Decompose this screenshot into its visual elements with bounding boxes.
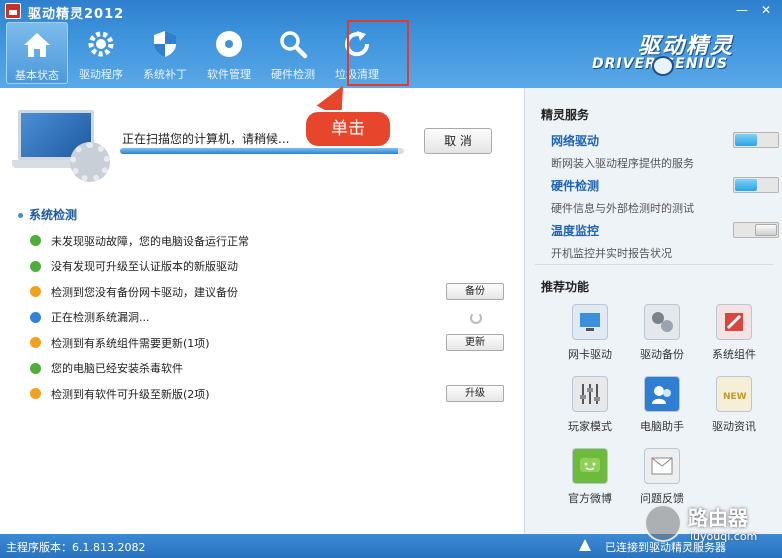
upgrade-button[interactable]: 升级 xyxy=(446,385,504,402)
backup-icon xyxy=(644,304,680,340)
tab-basic-status[interactable]: 基本状态 xyxy=(6,22,68,84)
gear-icon xyxy=(85,28,117,60)
main-nav: 基本状态 驱动程序 系统补丁 软件管理 硬件检测 垃圾清理 xyxy=(6,22,390,84)
shield-icon xyxy=(149,28,181,60)
connection-icon xyxy=(579,539,591,551)
app-title: 驱动精灵2012 xyxy=(28,7,125,22)
app-logo-icon xyxy=(5,3,21,19)
router-logo-icon xyxy=(644,504,682,542)
backup-button[interactable]: 备份 xyxy=(446,283,504,300)
version-text: 主程序版本：6.1.813.2082 xyxy=(6,541,146,554)
ok-status-icon xyxy=(30,362,41,374)
click-callout: 单击 xyxy=(306,112,390,146)
network-card-icon xyxy=(572,304,608,340)
top-bar: 驱动精灵2012 — ✕ 基本状态 驱动程序 系统补丁 软件管理 硬件检测 垃圾… xyxy=(0,0,782,88)
feature-temperature-monitor: 温度监控 开机监控并实时报告状况 xyxy=(551,222,779,261)
close-button[interactable]: ✕ xyxy=(756,2,776,18)
weibo-icon xyxy=(572,448,608,484)
tab-hardware-check[interactable]: 硬件检测 xyxy=(262,22,324,84)
list-item: 检测到有系统组件需要更新(1项) 更新 xyxy=(30,330,510,356)
tool-network-card-driver[interactable]: 网卡驱动 xyxy=(555,304,625,362)
tool-gamer-mode[interactable]: 玩家模式 xyxy=(555,376,625,434)
hardware-check-toggle[interactable] xyxy=(733,177,779,193)
network-driver-toggle[interactable] xyxy=(733,132,779,148)
feedback-icon xyxy=(644,448,680,484)
recommended-title: 推荐功能 xyxy=(541,280,590,294)
update-button[interactable]: 更新 xyxy=(446,334,504,351)
minimize-button[interactable]: — xyxy=(732,2,752,18)
loading-spinner-icon xyxy=(470,311,482,324)
tab-software-manager[interactable]: 软件管理 xyxy=(198,22,260,84)
news-icon: NEWS xyxy=(716,376,752,412)
feature-hardware-check: 硬件检测 硬件信息与外部检测时的测试 xyxy=(551,177,779,216)
status-pane: 正在扫描您的计算机，请稍候... 取 消 单击 系统检测 未发现驱动故障，您的电… xyxy=(0,79,524,534)
tool-driver-backup[interactable]: 驱动备份 xyxy=(627,304,697,362)
svg-text:NEWS: NEWS xyxy=(723,392,747,402)
components-icon xyxy=(716,304,752,340)
tool-system-components[interactable]: 系统组件 xyxy=(699,304,769,362)
side-panel: 精灵服务 网络驱动 断网装入驱动程序提供的服务 硬件检测 硬件信息与外部检测时的… xyxy=(524,88,782,534)
assistant-icon xyxy=(644,376,680,412)
watermark: 路由器 luyouqi.com xyxy=(644,498,774,552)
list-item: 没有发现可升级至认证版本的新版驱动 xyxy=(30,254,510,280)
tool-driver-news[interactable]: NEWS 驱动资讯 xyxy=(699,376,769,434)
disc-icon xyxy=(213,28,245,60)
home-icon xyxy=(21,29,53,61)
cancel-scan-button[interactable]: 取 消 xyxy=(424,128,492,154)
list-item: 检测到您没有备份网卡驱动，建议备份 备份 xyxy=(30,279,510,305)
list-item: 未发现驱动故障，您的电脑设备运行正常 xyxy=(30,228,510,254)
tab-system-patch[interactable]: 系统补丁 xyxy=(134,22,196,84)
mascot-icon xyxy=(652,56,674,76)
brand-logo: 驱动精灵 DRIVER GENIUS xyxy=(592,28,742,78)
warning-status-icon xyxy=(30,286,41,298)
check-list: 未发现驱动故障，您的电脑设备运行正常 没有发现可升级至认证版本的新版驱动 检测到… xyxy=(30,228,510,407)
title-bar: 驱动精灵2012 — ✕ xyxy=(0,0,782,22)
list-item: 检测到有软件可升级至新版(2项) 升级 xyxy=(30,381,510,407)
tool-official-weibo[interactable]: 官方微博 xyxy=(555,448,625,506)
tab-drivers[interactable]: 驱动程序 xyxy=(70,22,132,84)
nav-highlight-box xyxy=(347,20,409,86)
feature-network-driver: 网络驱动 断网装入驱动程序提供的服务 xyxy=(551,132,779,171)
services-title: 精灵服务 xyxy=(541,108,590,122)
scan-status-text: 正在扫描您的计算机，请稍候... xyxy=(122,132,290,146)
ok-status-icon xyxy=(30,260,41,272)
tools-grid: 网卡驱动 驱动备份 系统组件 玩家模式 电脑助手 NEW 驱动资讯 官方微博 问… xyxy=(555,304,775,506)
system-check-title: 系统检测 xyxy=(18,206,77,223)
temperature-monitor-toggle[interactable] xyxy=(733,222,779,238)
ok-status-icon xyxy=(30,235,41,247)
laptop-gear-icon xyxy=(12,110,112,182)
info-status-icon xyxy=(30,311,41,323)
scan-progress-bar xyxy=(120,148,404,154)
list-item: 正在检测系统漏洞... xyxy=(30,305,510,331)
divider xyxy=(535,264,773,265)
list-item: 您的电脑已经安装杀毒软件 xyxy=(30,356,510,382)
warning-status-icon xyxy=(30,337,41,349)
tool-pc-assistant[interactable]: 电脑助手 xyxy=(627,376,697,434)
sliders-icon xyxy=(572,376,608,412)
magnifier-icon xyxy=(277,28,309,60)
warning-status-icon xyxy=(30,388,41,400)
